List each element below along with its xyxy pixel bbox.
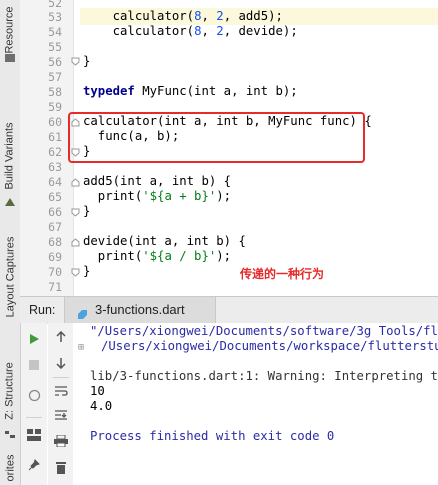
line-number: 60 xyxy=(48,115,62,129)
structure-tab-label: Z: Structure xyxy=(4,362,16,420)
fold-end-icon[interactable] xyxy=(71,208,80,217)
line-number: 63 xyxy=(48,160,62,174)
line-number: 65 xyxy=(48,190,62,204)
run-label: Run: xyxy=(29,303,56,317)
line-number: 69 xyxy=(48,250,62,264)
line-number: 57 xyxy=(48,70,62,84)
run-toolbar-secondary xyxy=(48,323,73,485)
print-icon[interactable] xyxy=(53,433,69,449)
annotation-highlight-box xyxy=(68,112,365,163)
structure-icon xyxy=(4,425,16,438)
code-line-65[interactable]: print('${a + b}'); xyxy=(83,189,231,203)
build-variants-icon xyxy=(4,192,16,206)
arrow-up-icon[interactable] xyxy=(53,329,69,345)
restore-layout-icon[interactable] xyxy=(26,387,42,403)
fold-start-icon[interactable] xyxy=(71,238,80,247)
line-number: 52 xyxy=(48,0,62,10)
rerun-icon[interactable] xyxy=(26,331,42,347)
line-number: 64 xyxy=(48,175,62,189)
code-line-56[interactable]: } xyxy=(83,54,90,68)
line-number: 68 xyxy=(48,235,62,249)
code-line-54[interactable]: calculator(8, 2, devide); xyxy=(83,24,298,38)
toolbar-separator xyxy=(53,377,69,378)
line-number: 54 xyxy=(48,25,62,39)
layout-captures-tab[interactable]: Layout Captures xyxy=(0,222,20,332)
code-line-69[interactable]: print('${a / b}'); xyxy=(83,249,231,263)
line-number-gutter: 52 53 54 55 56 57 58 59 60 61 62 63 64 6… xyxy=(20,0,74,296)
soft-wrap-icon[interactable] xyxy=(53,383,69,399)
code-line-53[interactable]: calculator(8, 2, add5); xyxy=(83,9,283,23)
pin-icon[interactable] xyxy=(26,457,42,473)
layout-icon[interactable] xyxy=(26,427,42,443)
run-console[interactable]: "/Users/xiongwei/Documents/software/3g T… xyxy=(73,323,438,485)
run-config-tab[interactable]: 3-functions.dart xyxy=(64,297,216,323)
line-number: 70 xyxy=(48,265,62,279)
scroll-to-end-icon[interactable] xyxy=(53,407,69,423)
build-variants-tab[interactable]: Build Variants xyxy=(0,108,20,206)
arrow-down-icon[interactable] xyxy=(53,355,69,371)
fold-end-icon[interactable] xyxy=(71,268,80,277)
console-warning: lib/3-functions.dart:1: Warning: Interpr… xyxy=(90,369,438,383)
toolbar-separator xyxy=(26,417,42,418)
build-variants-tab-label: Build Variants xyxy=(4,121,16,190)
favorites-tab[interactable]: orites xyxy=(0,450,20,485)
fold-end-icon[interactable] xyxy=(71,57,80,66)
code-line-64[interactable]: add5(int a, int b) { xyxy=(83,174,231,188)
run-tab-label: 3-functions.dart xyxy=(95,302,185,317)
code-line-66[interactable]: } xyxy=(83,204,90,218)
console-command-line: /Users/xiongwei/Documents/workspace/flut… xyxy=(101,339,438,353)
left-tool-bar: Resource Build Variants Layout Captures … xyxy=(0,0,21,485)
resource-tab[interactable]: Resource xyxy=(0,0,20,62)
code-line-58[interactable]: typedef MyFunc(int a, int b); xyxy=(83,84,298,98)
console-output: 4.0 xyxy=(90,399,113,413)
expand-icon[interactable]: ⊞ xyxy=(78,342,84,353)
trash-icon[interactable] xyxy=(53,459,69,475)
stop-icon[interactable] xyxy=(26,357,42,373)
console-output: 10 xyxy=(90,384,105,398)
run-toolbar-primary xyxy=(21,323,47,485)
line-number: 66 xyxy=(48,205,62,219)
favorites-tab-label: orites xyxy=(4,454,16,481)
code-line-70[interactable]: } xyxy=(83,264,90,278)
annotation-label: 传递的一种行为 xyxy=(240,267,325,281)
line-number: 53 xyxy=(48,10,62,24)
resource-icon xyxy=(4,48,16,62)
console-command-line: "/Users/xiongwei/Documents/software/3g T… xyxy=(90,324,438,338)
console-exit-message: Process finished with exit code 0 xyxy=(90,429,335,443)
code-line-68[interactable]: devide(int a, int b) { xyxy=(83,234,246,248)
line-number: 62 xyxy=(48,145,62,159)
line-number: 61 xyxy=(48,130,62,144)
layout-captures-tab-label: Layout Captures xyxy=(4,236,16,318)
line-number: 59 xyxy=(48,100,62,114)
line-number: 56 xyxy=(48,55,62,69)
structure-tab[interactable]: Z: Structure xyxy=(0,345,20,438)
line-number: 67 xyxy=(48,220,62,234)
line-number: 71 xyxy=(48,280,62,294)
line-number: 55 xyxy=(48,40,62,54)
line-number: 58 xyxy=(48,85,62,99)
fold-start-icon[interactable] xyxy=(71,178,80,187)
run-panel-header: Run: 3-functions.dart xyxy=(20,296,438,324)
dart-file-icon xyxy=(77,305,88,319)
resource-tab-label: Resource xyxy=(4,6,17,54)
